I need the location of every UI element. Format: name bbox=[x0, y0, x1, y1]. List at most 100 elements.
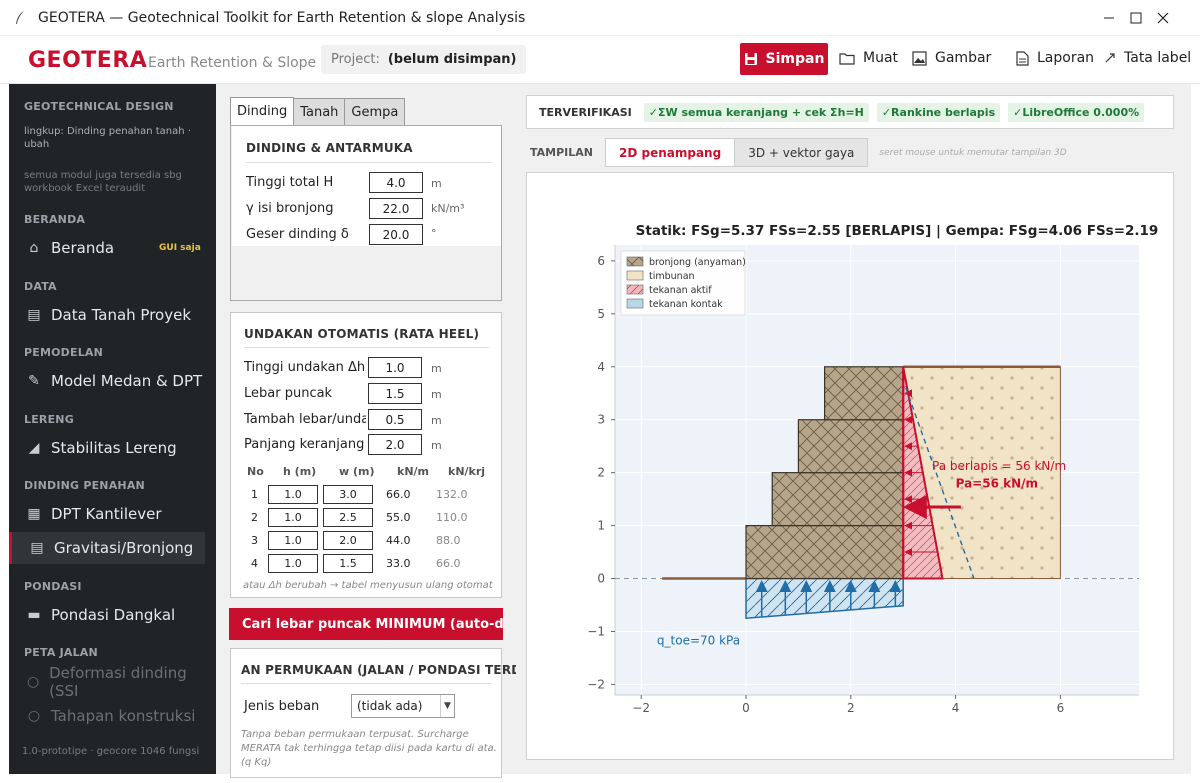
table-h-input[interactable]: 1.0 bbox=[268, 531, 318, 550]
plot-area[interactable]: −2 0 2 4 6 −2 −1 0 1 2 3 4 5 6 Statik: FSg=5.37 FSs=2.… bbox=[526, 172, 1174, 760]
sidebar-section-wall: DINDING PENAHAN bbox=[24, 479, 145, 492]
results-panel: TERVERIFIKASI ✓ΣW semua keranjang + cek … bbox=[516, 84, 1191, 774]
gamma-unit: kN/m³ bbox=[431, 202, 465, 215]
wall-friction-input[interactable]: 20.0 bbox=[369, 224, 423, 245]
document-icon bbox=[1016, 50, 1029, 66]
table-h-input[interactable]: 1.0 bbox=[268, 508, 318, 527]
label-layout-button[interactable]: Tata label bbox=[1104, 50, 1191, 66]
y-tick-label: 2 bbox=[597, 466, 605, 480]
table-cell: 88.0 bbox=[436, 534, 461, 547]
tab-3d-force-vectors[interactable]: 3D + vektor gaya bbox=[734, 138, 869, 167]
sidebar-section-slope: LERENG bbox=[24, 413, 74, 426]
sidebar-item-label: DPT Kantilever bbox=[51, 505, 162, 523]
top-width-input[interactable]: 1.5 bbox=[368, 383, 422, 404]
legend-label: timbunan bbox=[649, 271, 695, 282]
table-w-input[interactable]: 2.0 bbox=[323, 531, 373, 550]
tab-seismic[interactable]: Gempa bbox=[344, 98, 406, 125]
sidebar-item-gravity-gabion[interactable]: ▤ Gravitasi/Bronjong bbox=[9, 532, 205, 564]
pencil-icon: ✎ bbox=[28, 373, 40, 389]
col-kn: kN/m bbox=[397, 465, 430, 478]
slope-icon: ◢ bbox=[28, 440, 40, 456]
table-cell: 2 bbox=[251, 511, 258, 524]
wall-card: DINDING & ANTARMUKA Tinggi total H 4.0 m… bbox=[230, 125, 502, 301]
table-cell: 66.0 bbox=[386, 488, 411, 501]
step-height-input[interactable]: 1.0 bbox=[368, 357, 422, 378]
sidebar-section-design: GEOTECHNICAL DESIGN bbox=[24, 100, 174, 113]
cross-section-plot[interactable]: −2 0 2 4 6 −2 −1 0 1 2 3 4 5 6 Statik: FSg=5.37 FSs=2.… bbox=[527, 173, 1173, 759]
load-type-label: Jenis beban bbox=[244, 699, 320, 714]
table-w-input[interactable]: 2.5 bbox=[323, 508, 373, 527]
table-cell: 66.0 bbox=[436, 557, 461, 570]
height-input[interactable]: 4.0 bbox=[369, 172, 423, 193]
gamma-label: γ isi bronjong bbox=[246, 201, 334, 216]
table-w-input[interactable]: 1.5 bbox=[323, 554, 373, 573]
legend-swatch bbox=[626, 256, 644, 267]
load-button[interactable]: Muat bbox=[839, 50, 898, 66]
close-window-button[interactable] bbox=[1136, 0, 1190, 36]
table-cell: 44.0 bbox=[386, 534, 411, 547]
image-button[interactable]: Gambar bbox=[912, 50, 991, 66]
tab-2d-section[interactable]: 2D penampang bbox=[605, 138, 736, 167]
report-button[interactable]: Laporan bbox=[1016, 50, 1094, 66]
resize-arrow-icon bbox=[1105, 53, 1115, 63]
height-unit: m bbox=[431, 177, 442, 190]
tab-wall[interactable]: Dinding bbox=[230, 97, 295, 125]
tab-soil[interactable]: Tanah bbox=[293, 98, 346, 125]
gamma-input[interactable]: 22.0 bbox=[369, 198, 423, 219]
sidebar-item-label: Pondasi Dangkal bbox=[51, 606, 176, 624]
table-cell: 55.0 bbox=[386, 511, 411, 524]
app-feather-icon bbox=[16, 10, 24, 24]
step-height-label: Tinggi undakan Δh bbox=[244, 360, 366, 375]
sidebar-item-shallow-foundation[interactable]: ▬ Pondasi Dangkal bbox=[9, 599, 206, 631]
x-tick-label: −2 bbox=[632, 701, 650, 715]
foundation-icon: ▬ bbox=[27, 607, 41, 623]
surcharge-note-1: Tanpa beban permukaan terpusat. Surcharg… bbox=[241, 729, 469, 740]
surcharge-note-2: MERATA tak terhingga tetap diisi pada ka… bbox=[241, 743, 497, 754]
chart-title: Statik: FSg=5.37 FSs=2.55 [BERLAPIS] | G… bbox=[636, 223, 1159, 239]
table-h-input[interactable]: 1.0 bbox=[268, 485, 318, 504]
basket-length-label: Panjang keranjang bbox=[244, 437, 365, 452]
load-type-select[interactable]: (tidak ada) ▼ bbox=[351, 694, 455, 718]
view-label: TAMPILAN bbox=[530, 146, 593, 159]
height-label: Tinggi total H bbox=[246, 175, 334, 190]
sidebar-item-model[interactable]: ✎ Model Medan & DPT bbox=[9, 365, 206, 397]
brand-logo: GEOTERA bbox=[28, 48, 148, 73]
project-indicator: Project: (belum disimpan) bbox=[321, 45, 527, 74]
sidebar-section-foundation: PONDASI bbox=[24, 580, 82, 593]
surcharge-card-title: AN PERMUKAAN (JALAN / PONDASI TERDE bbox=[241, 663, 530, 677]
width-increment-unit: m bbox=[431, 414, 442, 427]
x-tick-label: 2 bbox=[847, 701, 855, 715]
window-title: GEOTERA — Geotechnical Toolkit for Earth… bbox=[38, 9, 526, 26]
save-button[interactable]: Simpan bbox=[740, 43, 828, 75]
width-increment-input[interactable]: 0.5 bbox=[368, 409, 422, 430]
gabion-basket bbox=[824, 366, 904, 421]
sidebar-section-home: BERANDA bbox=[24, 213, 86, 226]
legend-label: tekanan aktif bbox=[649, 285, 712, 296]
y-tick-label: 6 bbox=[597, 254, 605, 268]
wall-card-title: DINDING & ANTARMUKA bbox=[246, 141, 413, 155]
table-h-input[interactable]: 1.0 bbox=[268, 554, 318, 573]
input-tabs: Dinding Tanah Gempa bbox=[230, 97, 406, 125]
sidebar-item-cantilever[interactable]: ▦ DPT Kantilever bbox=[9, 498, 206, 530]
verification-chip: ✓LibreOffice 0.000% bbox=[1008, 102, 1145, 122]
legend-label: bronjong (anyaman) bbox=[649, 257, 746, 268]
save-label: Simpan bbox=[765, 51, 825, 67]
find-min-width-button[interactable]: Cari lebar puncak MINIMUM (auto-desai bbox=[229, 608, 503, 640]
home-badge: GUI saja bbox=[159, 243, 201, 253]
table-w-input[interactable]: 3.0 bbox=[323, 485, 373, 504]
sidebar-item-soil-data[interactable]: ▤ Data Tanah Proyek bbox=[9, 299, 206, 331]
basket-length-input[interactable]: 2.0 bbox=[368, 434, 422, 455]
y-tick-label: −1 bbox=[587, 624, 605, 638]
pa-label: Pa=56 kN/m bbox=[956, 476, 1038, 490]
image-icon bbox=[912, 50, 927, 66]
chevron-down-icon: ▼ bbox=[440, 695, 454, 717]
table-cell: 110.0 bbox=[436, 511, 468, 524]
scope-link[interactable]: lingkup: Dinding penahan tanah · ubah bbox=[24, 125, 204, 151]
surcharge-note-3: (q Kq) bbox=[241, 757, 272, 768]
sidebar-item-slope-stability[interactable]: ◢ Stabilitas Lereng bbox=[9, 432, 206, 464]
y-tick-label: 0 bbox=[597, 572, 605, 586]
label-layout-label: Tata label bbox=[1124, 50, 1192, 66]
divider bbox=[244, 347, 489, 348]
x-tick-label: 4 bbox=[952, 701, 960, 715]
sidebar-item-label: Deformasi dinding (SSI bbox=[49, 664, 187, 700]
